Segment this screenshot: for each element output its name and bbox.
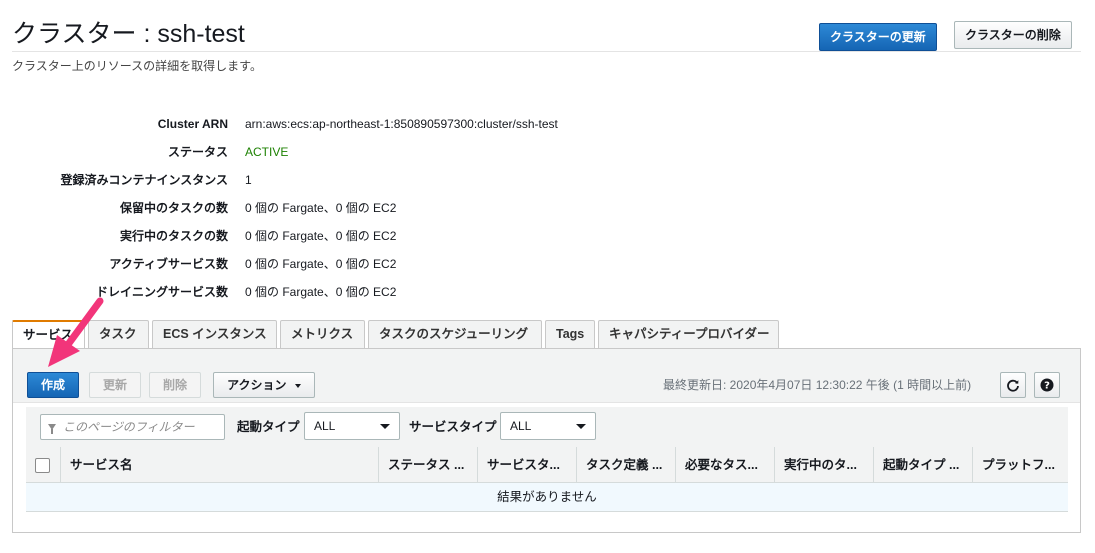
column-header-service-name[interactable]: サービス名 — [60, 447, 378, 483]
detail-row-active-services: アクティブサービス数 0 個の Fargate、0 個の EC2 — [12, 250, 712, 278]
page-title: クラスター : ssh-test — [12, 20, 245, 48]
column-header-status[interactable]: ステータス ... — [378, 447, 477, 483]
tab-ecs-instances[interactable]: ECS インスタンス — [152, 320, 277, 349]
filter-bar: 起動タイプ ALL サービスタイプ ALL — [26, 407, 1068, 447]
tab-tags[interactable]: Tags — [545, 320, 595, 349]
actions-label: アクション — [227, 378, 287, 392]
column-header-service-type[interactable]: サービスタ... — [477, 447, 576, 483]
header-divider — [12, 51, 1081, 52]
column-header-desired-tasks[interactable]: 必要なタス... — [675, 447, 774, 483]
tab-capacity-providers[interactable]: キャパシティープロバイダー — [598, 320, 779, 349]
filter-icon — [48, 424, 56, 434]
detail-row-draining-services: ドレイニングサービス数 0 個の Fargate、0 個の EC2 — [12, 278, 712, 306]
column-header-task-definition[interactable]: タスク定義 ... — [576, 447, 675, 483]
svg-text:?: ? — [1044, 381, 1050, 392]
detail-label: アクティブサービス数 — [109, 257, 228, 271]
tab-metrics[interactable]: メトリクス — [280, 320, 365, 349]
detail-value: 0 個の Fargate、0 個の EC2 — [245, 229, 397, 243]
detail-label: 実行中のタスクの数 — [119, 229, 228, 243]
detail-row-running-tasks: 実行中のタスクの数 0 個の Fargate、0 個の EC2 — [12, 222, 712, 250]
empty-row: 結果がありません — [26, 483, 1068, 512]
tab-tasks[interactable]: タスク — [88, 320, 149, 349]
update-button[interactable]: 更新 — [89, 372, 141, 398]
help-button[interactable]: ? — [1034, 372, 1060, 398]
detail-label: ドレイニングサービス数 — [95, 285, 228, 299]
detail-value: arn:aws:ecs:ap-northeast-1:850890597300:… — [245, 117, 558, 131]
column-header-launch-type[interactable]: 起動タイプ ... — [873, 447, 972, 483]
column-header-platform[interactable]: プラットフ... — [972, 447, 1068, 483]
detail-value: 0 個の Fargate、0 個の EC2 — [245, 285, 397, 299]
column-header-running-tasks[interactable]: 実行中のタ... — [774, 447, 873, 483]
service-type-select[interactable]: ALL — [500, 412, 596, 440]
tab-services[interactable]: サービス — [12, 320, 85, 349]
detail-row-pending-tasks: 保留中のタスクの数 0 個の Fargate、0 個の EC2 — [12, 194, 712, 222]
actions-dropdown[interactable]: アクション — [213, 372, 315, 398]
detail-label: ステータス — [167, 145, 228, 159]
detail-value: 0 個の Fargate、0 個の EC2 — [245, 257, 397, 271]
refresh-button[interactable] — [1000, 372, 1026, 398]
select-all-checkbox[interactable] — [35, 458, 50, 473]
last-updated-text: 最終更新日: 2020年4月07日 12:30:22 午後 (1 時間以上前) — [663, 378, 972, 392]
status-value: ACTIVE — [245, 145, 289, 159]
filter-input[interactable] — [61, 415, 221, 439]
create-button[interactable]: 作成 — [27, 372, 79, 398]
detail-row-status: ステータス ACTIVE — [12, 138, 712, 166]
services-panel: 作成 更新 削除 アクション 最終更新日: 2020年4月07日 12:30:2… — [12, 348, 1081, 533]
chevron-down-icon — [294, 383, 301, 388]
launch-type-label: 起動タイプ — [237, 420, 300, 434]
delete-cluster-button[interactable]: クラスターの削除 — [954, 21, 1072, 49]
delete-button[interactable]: 削除 — [149, 372, 201, 398]
launch-type-value: ALL — [314, 419, 336, 433]
detail-value: 1 — [245, 173, 252, 187]
detail-row-arn: Cluster ARN arn:aws:ecs:ap-northeast-1:8… — [12, 110, 712, 138]
tab-task-scheduling[interactable]: タスクのスケジューリング — [368, 320, 542, 349]
detail-label: 登録済みコンテナインスタンス — [60, 173, 228, 187]
service-type-value: ALL — [510, 419, 532, 433]
chevron-down-icon — [380, 424, 390, 429]
chevron-down-icon — [576, 424, 586, 429]
detail-value: 0 個の Fargate、0 個の EC2 — [245, 201, 397, 215]
detail-label: Cluster ARN — [157, 117, 228, 131]
service-type-label: サービスタイプ — [409, 420, 497, 434]
detail-row-container-instances: 登録済みコンテナインスタンス 1 — [12, 166, 712, 194]
update-cluster-button[interactable]: クラスターの更新 — [819, 23, 937, 51]
help-icon: ? — [1040, 378, 1054, 392]
refresh-icon — [1007, 379, 1019, 392]
filter-box — [40, 414, 225, 440]
table-header: サービス名 ステータス ... サービスタ... タスク定義 ... 必要なタス… — [26, 447, 1068, 483]
launch-type-select[interactable]: ALL — [304, 412, 400, 440]
page-subtitle: クラスター上のリソースの詳細を取得します。 — [12, 59, 262, 73]
detail-label: 保留中のタスクの数 — [119, 201, 228, 215]
